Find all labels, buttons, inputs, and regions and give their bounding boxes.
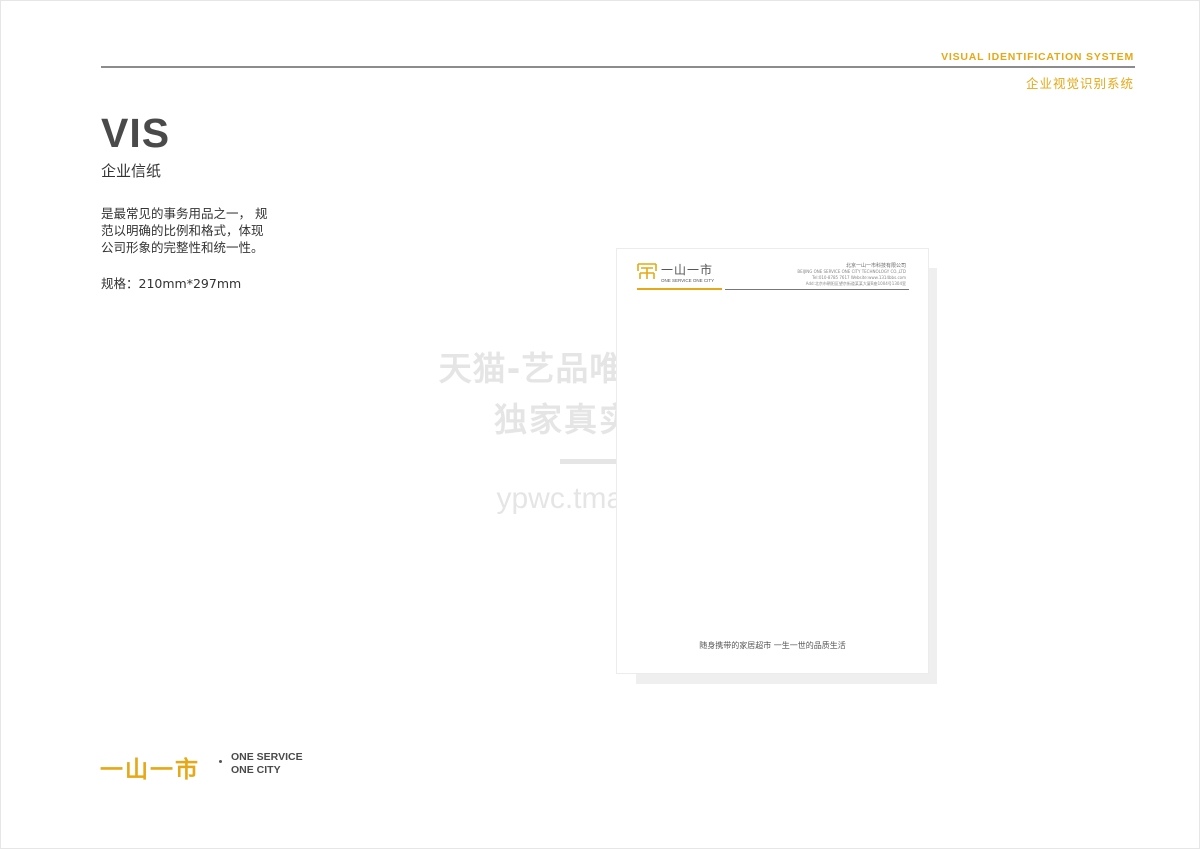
letterhead-logo-slogan: ONE SERVICE ONE CITY: [661, 278, 715, 283]
letterhead-logo-name: 一山一市: [661, 263, 714, 277]
paper-spec: 规格：210mm*297mm: [101, 276, 242, 291]
section-subtitle: 企业信纸: [101, 162, 162, 180]
section-description: 是最常见的事务用品之一， 规 范以明确的比例和格式，体现 公司形象的完整性和统一…: [101, 205, 291, 256]
letterhead-company-info: 北京一山一市科技有限公司 BEIJING ONE SERVICE ONE CIT…: [797, 263, 906, 287]
brand-slogan-line1: ONE SERVICE: [231, 751, 303, 763]
description-line: 是最常见的事务用品之一， 规: [101, 206, 268, 221]
company-address: Add:北京市朝阳区望京街道某某大厦B座1004号1304室: [805, 281, 906, 286]
section-title: VIS: [101, 110, 171, 156]
brand-logo-cn: 一山一市: [100, 757, 200, 783]
brand-logo-slogan: ONE SERVICE ONE CITY: [231, 751, 303, 777]
brand-logo-dot: [219, 760, 222, 763]
header-divider: [101, 66, 1135, 68]
header-title-en: VISUAL IDENTIFICATION SYSTEM: [941, 51, 1134, 63]
letterhead-gold-rule: [637, 288, 722, 290]
letterhead-paper: 一山一市 ONE SERVICE ONE CITY 北京一山一市科技有限公司 B…: [616, 248, 929, 674]
header-title-cn: 企业视觉识别系统: [1025, 76, 1134, 91]
brand-mark-icon: [637, 263, 657, 279]
description-line: 公司形象的完整性和统一性。: [101, 240, 264, 255]
brand-slogan-line2: ONE CITY: [231, 764, 281, 776]
letterhead-gray-rule: [725, 289, 909, 290]
letterhead-footer: 随身携带的家居超市 一生一世的品质生活: [699, 641, 846, 650]
description-line: 范以明确的比例和格式，体现: [101, 223, 264, 238]
